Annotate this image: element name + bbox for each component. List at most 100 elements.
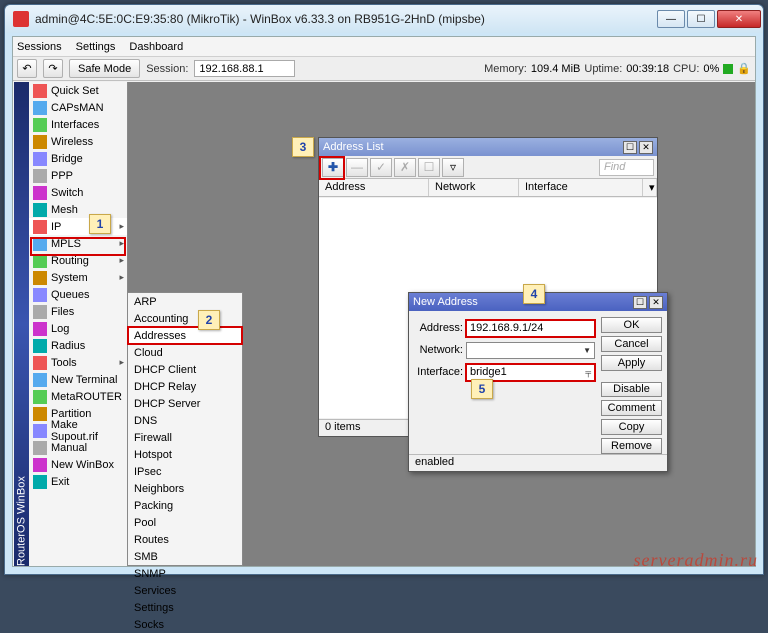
new-address-min-icon[interactable]: ☐ — [633, 296, 647, 309]
address-list-close-icon[interactable]: ✕ — [639, 141, 653, 154]
redo-button[interactable]: ↷ — [43, 59, 63, 78]
disable-button[interactable]: Disable — [601, 382, 662, 398]
ip-submenu: ARPAccountingAddressesCloudDHCP ClientDH… — [128, 292, 243, 566]
submenu-item-snmp[interactable]: SNMP — [128, 565, 242, 582]
column-headers[interactable]: Address Network Interface ▾ — [319, 179, 657, 197]
menu-icon — [33, 339, 47, 353]
sidebar-item-bridge[interactable]: Bridge — [29, 150, 127, 167]
submenu-item-dhcp-relay[interactable]: DHCP Relay — [128, 378, 242, 395]
menu-icon — [33, 135, 47, 149]
submenu-item-cloud[interactable]: Cloud — [128, 344, 242, 361]
input-address[interactable]: 192.168.9.1/24 — [466, 320, 595, 337]
sidebar-item-label: CAPsMAN — [51, 102, 104, 114]
sidebar-item-make-supout-rif[interactable]: Make Supout.rif — [29, 422, 127, 439]
sidebar-item-radius[interactable]: Radius — [29, 337, 127, 354]
col-network[interactable]: Network — [429, 179, 519, 196]
sidebar-item-switch[interactable]: Switch — [29, 184, 127, 201]
titlebar[interactable]: admin@4C:5E:0C:E9:35:80 (MikroTik) - Win… — [5, 5, 763, 33]
new-address-window[interactable]: New Address ☐ ✕ Address: 192.168.9.1/24 … — [408, 292, 668, 472]
submenu-item-addresses[interactable]: Addresses — [128, 327, 242, 344]
col-address[interactable]: Address — [319, 179, 429, 196]
undo-button[interactable]: ↶ — [17, 59, 37, 78]
sidebar-item-manual[interactable]: Manual — [29, 439, 127, 456]
apply-button[interactable]: Apply — [601, 355, 662, 371]
col-interface[interactable]: Interface — [519, 179, 643, 196]
col-menu-icon[interactable]: ▾ — [643, 179, 657, 196]
submenu-item-hotspot[interactable]: Hotspot — [128, 446, 242, 463]
lock-icon: 🔒 — [737, 62, 751, 75]
mdi-workspace: RouterOS WinBox Quick SetCAPsMANInterfac… — [13, 82, 755, 566]
menu-icon — [33, 424, 47, 438]
new-address-close-icon[interactable]: ✕ — [649, 296, 663, 309]
combo-down-icon[interactable]: ╤ — [585, 368, 591, 377]
sidebar-item-label: New Terminal — [51, 374, 117, 386]
sidebar-item-routing[interactable]: Routing — [29, 252, 127, 269]
sidebar-item-quick-set[interactable]: Quick Set — [29, 82, 127, 99]
submenu-item-accounting[interactable]: Accounting — [128, 310, 242, 327]
sidebar-item-files[interactable]: Files — [29, 303, 127, 320]
comment-button[interactable]: ☐ — [418, 158, 440, 177]
menu-sessions[interactable]: Sessions — [17, 41, 62, 53]
submenu-item-arp[interactable]: ARP — [128, 293, 242, 310]
sidebar-item-exit[interactable]: Exit — [29, 473, 127, 490]
add-button[interactable]: ✚ — [322, 158, 344, 177]
submenu-item-ipsec[interactable]: IPsec — [128, 463, 242, 480]
submenu-item-socks[interactable]: Socks — [128, 616, 242, 633]
sidebar-item-log[interactable]: Log — [29, 320, 127, 337]
submenu-item-services[interactable]: Services — [128, 582, 242, 599]
cpu-label: CPU: — [673, 63, 699, 75]
sidebar-item-interfaces[interactable]: Interfaces — [29, 116, 127, 133]
remove-button[interactable]: — — [346, 158, 368, 177]
find-input[interactable]: Find — [599, 159, 654, 176]
sidebar-item-capsman[interactable]: CAPsMAN — [29, 99, 127, 116]
comment-button[interactable]: Comment — [601, 400, 662, 416]
sidebar-item-queues[interactable]: Queues — [29, 286, 127, 303]
chevron-down-icon[interactable]: ▼ — [583, 346, 591, 355]
address-list-titlebar[interactable]: Address List ☐ ✕ — [319, 138, 657, 156]
safe-mode-button[interactable]: Safe Mode — [69, 59, 140, 78]
memory-label: Memory: — [484, 63, 527, 75]
menubar: Sessions Settings Dashboard — [13, 37, 755, 57]
menu-dashboard[interactable]: Dashboard — [129, 41, 183, 53]
cancel-button[interactable]: Cancel — [601, 336, 662, 352]
maximize-button[interactable]: ☐ — [687, 10, 715, 28]
copy-button[interactable]: Copy — [601, 419, 662, 435]
submenu-item-dns[interactable]: DNS — [128, 412, 242, 429]
uptime-label: Uptime: — [584, 63, 622, 75]
input-interface[interactable]: bridge1╤ — [466, 364, 595, 381]
sidebar-item-tools[interactable]: Tools — [29, 354, 127, 371]
sidebar-item-metarouter[interactable]: MetaROUTER — [29, 388, 127, 405]
close-button[interactable]: ✕ — [717, 10, 761, 28]
sidebar-item-mpls[interactable]: MPLS — [29, 235, 127, 252]
disable-button[interactable]: ✗ — [394, 158, 416, 177]
sidebar-item-new-terminal[interactable]: New Terminal — [29, 371, 127, 388]
label-interface: Interface: — [413, 366, 463, 378]
enable-button[interactable]: ✓ — [370, 158, 392, 177]
submenu-item-routes[interactable]: Routes — [128, 531, 242, 548]
menu-icon — [33, 373, 47, 387]
submenu-item-firewall[interactable]: Firewall — [128, 429, 242, 446]
app-window: admin@4C:5E:0C:E9:35:80 (MikroTik) - Win… — [4, 4, 764, 575]
address-list-min-icon[interactable]: ☐ — [623, 141, 637, 154]
submenu-item-smb[interactable]: SMB — [128, 548, 242, 565]
sidebar-item-new-winbox[interactable]: New WinBox — [29, 456, 127, 473]
ok-button[interactable]: OK — [601, 317, 662, 333]
submenu-item-settings[interactable]: Settings — [128, 599, 242, 616]
sidebar-item-ppp[interactable]: PPP — [29, 167, 127, 184]
minimize-button[interactable]: — — [657, 10, 685, 28]
input-network[interactable]: ▼ — [466, 342, 595, 359]
remove-button[interactable]: Remove — [601, 438, 662, 454]
menu-settings[interactable]: Settings — [76, 41, 116, 53]
sidebar-item-label: MetaROUTER — [51, 391, 122, 403]
sidebar-item-wireless[interactable]: Wireless — [29, 133, 127, 150]
session-value[interactable]: 192.168.88.1 — [194, 60, 294, 77]
submenu-item-dhcp-client[interactable]: DHCP Client — [128, 361, 242, 378]
sidebar-item-mesh[interactable]: Mesh — [29, 201, 127, 218]
submenu-item-neighbors[interactable]: Neighbors — [128, 480, 242, 497]
sidebar-item-ip[interactable]: IP — [29, 218, 127, 235]
sidebar-item-system[interactable]: System — [29, 269, 127, 286]
submenu-item-pool[interactable]: Pool — [128, 514, 242, 531]
submenu-item-dhcp-server[interactable]: DHCP Server — [128, 395, 242, 412]
submenu-item-packing[interactable]: Packing — [128, 497, 242, 514]
filter-button[interactable]: ▿ — [442, 158, 464, 177]
